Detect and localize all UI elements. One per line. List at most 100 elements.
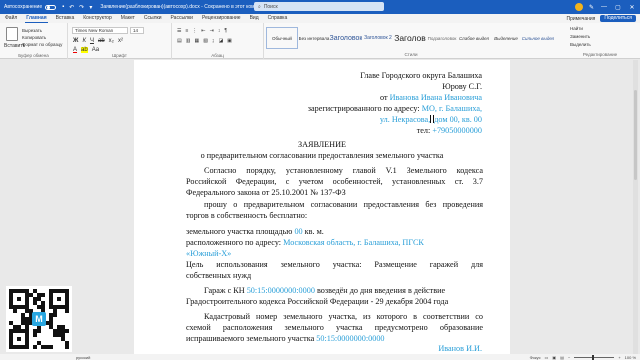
- tab-mailings[interactable]: Рассылки: [170, 14, 194, 23]
- garage-suffix: возведён до дня введения в действие: [314, 286, 446, 295]
- share-button[interactable]: Поделиться: [600, 15, 636, 22]
- strikethrough-button[interactable]: ab: [98, 38, 105, 44]
- zoom-in-icon[interactable]: +: [618, 355, 620, 360]
- style-title[interactable]: Заголов: [394, 27, 426, 49]
- focus-button[interactable]: Фокус: [530, 355, 541, 360]
- shading-icon[interactable]: ◪: [218, 38, 223, 44]
- borders-icon[interactable]: ▣: [227, 38, 232, 44]
- document-page[interactable]: Главе Городского округа Балашиха Юрову С…: [134, 60, 510, 354]
- tab-home[interactable]: Главная: [25, 14, 48, 23]
- italic-button[interactable]: К: [82, 38, 86, 44]
- purpose-line-1: Цель использования земельного участка: Р…: [186, 260, 483, 269]
- status-right: Фокус ▭ ▣ ▤ − + 100 %: [530, 354, 636, 360]
- signature: Иванов И.И.: [438, 344, 482, 353]
- maximize-button[interactable]: ▢: [614, 4, 622, 11]
- autosave-toggle[interactable]: Автосохранение: [4, 4, 57, 10]
- style-heading-2[interactable]: Заголовок 2: [362, 27, 394, 49]
- subscript-button[interactable]: x₂: [109, 38, 114, 44]
- copy-button[interactable]: Копировать: [22, 35, 62, 40]
- customize-qat-icon[interactable]: ▾: [89, 4, 92, 11]
- list-buttons-row: ☰ ≡ ⋮ ⇤ ⇥ ↕ ¶: [177, 28, 227, 34]
- zoom-slider[interactable]: [574, 354, 615, 360]
- bold-button[interactable]: Ж: [73, 38, 78, 44]
- from-prefix: от: [380, 93, 390, 102]
- garage-line-1: Гараж с КН 50:15:0000000:0000 возведён д…: [204, 286, 483, 297]
- paragraph-group: ☰ ≡ ⋮ ⇤ ⇥ ↕ ¶ ▤ ▥ ▦ ▧ ↨ ◪ ▣ Абзац: [172, 23, 264, 59]
- para1-line-3: Федерального закона от 25.10.2001 № 137-…: [186, 188, 346, 197]
- bullets-icon[interactable]: ☰: [177, 28, 181, 34]
- location-value-1: Московская область, г. Балашиха, ПГСК: [283, 238, 424, 247]
- align-right-icon[interactable]: ▦: [194, 38, 199, 44]
- style-emphasis[interactable]: Выделение: [490, 27, 522, 49]
- find-button[interactable]: Найти: [570, 26, 591, 31]
- underline-button[interactable]: Ч: [90, 38, 94, 44]
- paragraph-label: Абзац: [211, 53, 224, 58]
- purpose-line-2: собственных нужд: [186, 271, 252, 280]
- minimize-button[interactable]: —: [600, 4, 608, 10]
- select-button[interactable]: Выделить: [570, 42, 591, 47]
- registered-line: зарегистрированного по адресу: МО, г. Ба…: [308, 104, 482, 115]
- decrease-indent-icon[interactable]: ⇤: [201, 28, 205, 34]
- zoom-out-icon[interactable]: −: [568, 355, 570, 360]
- line-spacing-icon[interactable]: ↨: [212, 38, 215, 44]
- tab-layout[interactable]: Макет: [120, 14, 136, 23]
- superscript-button[interactable]: x²: [118, 38, 123, 44]
- clipboard-group: Вставить Вырезать Копировать Формат по о…: [0, 23, 68, 59]
- font-name-select[interactable]: Times New Roman: [72, 27, 128, 34]
- tab-design[interactable]: Конструктор: [82, 14, 113, 23]
- style-subtitle[interactable]: Подзаголовок: [426, 27, 458, 49]
- autosave-switch[interactable]: [45, 4, 57, 10]
- align-left-icon[interactable]: ▤: [177, 38, 182, 44]
- justify-icon[interactable]: ▧: [203, 38, 208, 44]
- search-box[interactable]: ⌕ Поиск: [254, 2, 384, 11]
- tab-file[interactable]: Файл: [4, 14, 18, 23]
- tab-references[interactable]: Ссылки: [143, 14, 163, 23]
- registered-addr-line-2: ул. Некрасова, дом 00, кв. 00: [380, 115, 482, 126]
- numbering-icon[interactable]: ≡: [185, 28, 188, 34]
- tab-view[interactable]: Вид: [249, 14, 260, 23]
- style-no-spacing[interactable]: Без интервала: [298, 27, 330, 49]
- garage-line-2: Градостроительного кодекса Российской Фе…: [186, 297, 449, 306]
- pen-icon[interactable]: ✎: [589, 4, 594, 11]
- vertical-scrollbar[interactable]: [633, 60, 638, 354]
- tab-insert[interactable]: Вставка: [55, 14, 76, 23]
- redo-icon[interactable]: ↷: [79, 4, 84, 11]
- quick-access-toolbar: ▪ ↶ ↷ ▾: [62, 4, 92, 11]
- comments-button[interactable]: Примечания: [567, 16, 596, 22]
- sort-icon[interactable]: ↕: [218, 28, 221, 34]
- style-heading-1[interactable]: Заголовок: [330, 27, 362, 49]
- increase-indent-icon[interactable]: ⇥: [210, 28, 214, 34]
- zoom-level[interactable]: 100 %: [625, 355, 636, 360]
- tab-help[interactable]: Справка: [267, 14, 289, 23]
- language-status[interactable]: русский: [76, 355, 90, 360]
- format-painter-button[interactable]: Формат по образцу: [22, 42, 62, 47]
- tabs-right-area: Примечания Поделиться: [567, 14, 636, 23]
- registered-addr-1: МО, г. Балашиха,: [421, 104, 482, 113]
- from-name: Иванова Ивана Ивановича: [389, 93, 482, 102]
- save-icon[interactable]: ▪: [62, 4, 64, 11]
- show-marks-icon[interactable]: ¶: [224, 28, 227, 34]
- window-controls: ✎ — ▢ ✕: [574, 0, 636, 14]
- close-button[interactable]: ✕: [628, 4, 636, 11]
- multilevel-icon[interactable]: ⋮: [192, 28, 197, 34]
- web-layout-icon[interactable]: ▤: [560, 355, 564, 360]
- undo-icon[interactable]: ↶: [69, 4, 74, 11]
- style-subtle-emphasis[interactable]: Слабое выдел: [458, 27, 490, 49]
- search-placeholder: Поиск: [263, 3, 278, 10]
- from-line: от Иванова Ивана Ивановича: [380, 93, 482, 104]
- font-size-select[interactable]: 14: [130, 27, 144, 34]
- align-center-icon[interactable]: ▥: [186, 38, 191, 44]
- document-title-heading: ЗАЯВЛЕНИЕ: [297, 140, 346, 149]
- replace-button[interactable]: Заменить: [570, 34, 591, 39]
- style-normal[interactable]: Обычный: [266, 27, 298, 49]
- document-canvas[interactable]: Главе Городского округа Балашиха Юрову С…: [0, 60, 640, 354]
- editing-label: Редактирование: [582, 52, 618, 57]
- tab-review[interactable]: Рецензирование: [201, 14, 242, 23]
- paste-icon[interactable]: [6, 27, 18, 41]
- scrollbar-thumb[interactable]: [634, 90, 637, 180]
- style-intense-emphasis[interactable]: Сильное выдел: [522, 27, 554, 49]
- read-mode-icon[interactable]: ▭: [545, 355, 549, 360]
- cut-button[interactable]: Вырезать: [22, 28, 62, 33]
- print-layout-icon[interactable]: ▣: [552, 355, 556, 360]
- avatar[interactable]: [574, 3, 583, 11]
